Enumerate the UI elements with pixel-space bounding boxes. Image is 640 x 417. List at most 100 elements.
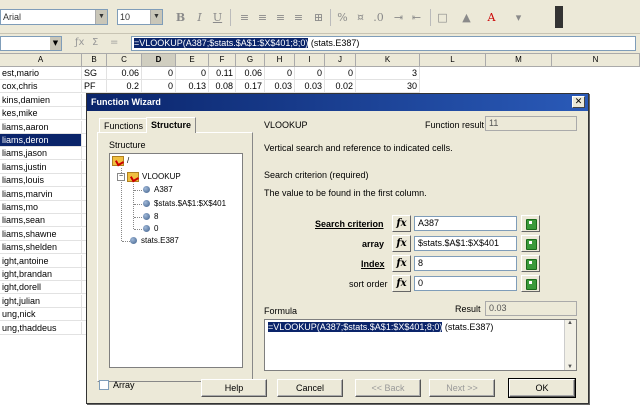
chevron-down-icon[interactable]: ▼ [95,10,107,24]
table-cell[interactable]: liams,louis [0,174,82,188]
param-input-array[interactable]: $stats.$A$1:$X$401 [414,236,517,251]
table-cell[interactable]: 0.03 [265,80,295,94]
currency-icon[interactable]: ¤ [354,11,367,24]
table-cell[interactable]: 0.11 [209,67,236,80]
table-cell[interactable]: liams,shawne [0,227,82,241]
table-cell[interactable]: 0.13 [176,80,209,94]
table-cell[interactable]: ung,nick [0,308,82,322]
next-button[interactable]: Next >> [429,379,495,397]
dialog-title-bar[interactable]: Function Wizard [87,94,588,111]
function-wizard-icon[interactable]: ƒx [75,37,84,48]
column-header-g[interactable]: G [236,54,265,67]
array-checkbox[interactable] [99,380,109,390]
fx-button-array[interactable]: fx [392,235,411,252]
align-left-icon[interactable]: ≡ [238,11,251,24]
table-cell[interactable]: 0 [325,67,356,80]
table-cell[interactable]: 0 [265,67,295,80]
font-color-icon[interactable]: A [485,11,498,24]
table-cell[interactable]: 30 [356,80,420,94]
table-cell[interactable]: liams,shelden [0,241,82,255]
table-cell[interactable]: liams,mo [0,201,82,214]
table-cell[interactable]: est,mario [0,67,82,80]
ok-button[interactable]: OK [508,378,576,398]
decimal-icon[interactable]: .0 [372,11,385,24]
structure-tree[interactable]: / − VLOOKUP A387 $stats.$A$1:$X$401 8 0 s… [109,153,243,368]
fx-button-index[interactable]: fx [392,255,411,272]
param-input-search-criterion[interactable]: A387 [414,216,517,231]
percent-icon[interactable]: % [336,11,349,24]
italic-icon[interactable]: I [193,11,206,24]
table-cell[interactable]: kes,mike [0,107,82,121]
table-cell[interactable]: ight,julian [0,294,82,308]
table-cell[interactable]: 0 [142,80,176,94]
table-cell[interactable]: 0.06 [107,67,142,80]
table-cell[interactable]: 0.17 [236,80,265,94]
chevron-down-icon[interactable]: ▼ [150,10,162,24]
table-cell[interactable]: ight,brandan [0,268,82,281]
chevron-down-icon[interactable]: ▼ [50,37,61,50]
column-header-l[interactable]: L [420,54,486,67]
table-cell[interactable]: cox,chris [0,80,82,94]
font-size-select[interactable]: 10 ▼ [117,9,163,25]
shrink-button-array[interactable] [521,235,540,252]
shrink-button-index[interactable] [521,255,540,272]
formula-scrollbar[interactable] [564,320,576,370]
column-header-m[interactable]: M [486,54,552,67]
tree-node-arg[interactable]: $stats.$A$1:$X$401 [143,199,226,209]
column-header-n[interactable]: N [552,54,640,67]
table-cell[interactable]: liams,deron [0,134,82,147]
table-cell[interactable]: 0.02 [325,80,356,94]
table-cell[interactable]: SG [82,67,107,80]
formula-edit-area[interactable]: =VLOOKUP(A387;$stats.$A$1:$X$401;8;0) (s… [264,319,577,371]
table-cell[interactable]: liams,sean [0,214,82,228]
close-icon[interactable]: ✕ [572,96,585,108]
align-right-icon[interactable]: ≡ [274,11,287,24]
table-cell[interactable]: 0.03 [295,80,325,94]
chevron-down-icon[interactable]: ▾ [512,11,525,24]
table-cell[interactable]: ung,thaddeus [0,321,82,335]
table-cell[interactable]: liams,jason [0,147,82,161]
table-cell[interactable]: liams,aaron [0,120,82,134]
table-cell[interactable]: 0 [176,67,209,80]
tree-node-arg[interactable]: 8 [143,212,158,222]
column-header-j[interactable]: J [325,54,356,67]
column-header-k[interactable]: K [356,54,420,67]
sum-icon[interactable]: Σ [92,37,98,48]
equals-icon[interactable]: = [110,37,118,48]
column-header-f[interactable]: F [209,54,236,67]
outdent-icon[interactable]: ⇤ [410,11,423,24]
table-cell[interactable]: liams,justin [0,160,82,174]
formula-input[interactable]: =VLOOKUP(A387;$stats.$A$1:$X$401;8;0) (s… [131,36,636,51]
tab-structure[interactable]: Structure [146,117,197,133]
tab-functions[interactable]: Functions [99,118,149,133]
justify-icon[interactable]: ≡ [292,11,305,24]
back-button[interactable]: << Back [355,379,421,397]
font-name-select[interactable]: Arial ▼ [0,9,108,25]
tree-node-arg[interactable]: A387 [143,185,173,195]
merge-icon[interactable]: ⊞ [312,11,325,24]
column-header-b[interactable]: B [82,54,107,67]
table-cell[interactable]: 0.08 [209,80,236,94]
align-center-icon[interactable]: ≡ [256,11,269,24]
cancel-button[interactable]: Cancel [277,379,343,397]
table-cell[interactable]: ight,antoine [0,254,82,268]
tree-node-vlookup[interactable]: − VLOOKUP [117,172,181,182]
underline-icon[interactable]: U [211,11,224,24]
table-cell[interactable]: 0 [295,67,325,80]
table-cell[interactable]: kins,damien [0,93,82,107]
name-box[interactable]: ▼ [0,36,62,51]
tree-node-arg[interactable]: 0 [143,224,158,234]
table-cell[interactable]: 0.06 [236,67,265,80]
shrink-button-sort-order[interactable] [521,275,540,292]
border-icon[interactable]: □ [436,11,449,24]
column-header-c[interactable]: C [107,54,142,67]
toolbar-overflow-handle[interactable] [555,6,563,28]
param-input-index[interactable]: 8 [414,256,517,271]
column-header-a[interactable]: A [0,54,82,67]
indent-icon[interactable]: ⇥ [392,11,405,24]
table-cell[interactable]: liams,marvin [0,187,82,201]
table-cell[interactable]: 0.2 [107,80,142,94]
help-button[interactable]: Help [201,379,267,397]
column-header-e[interactable]: E [176,54,209,67]
table-cell[interactable]: ight,dorell [0,281,82,295]
